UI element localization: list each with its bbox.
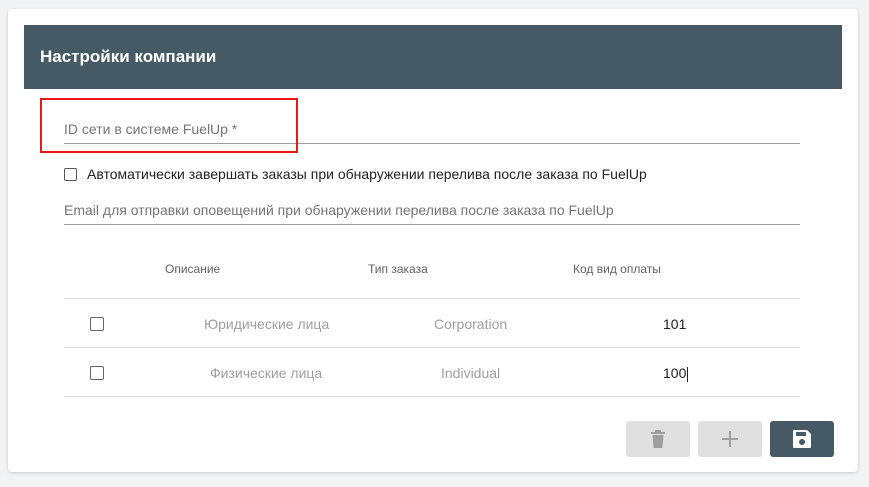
floppy-disk-icon [793,430,811,448]
table-divider [64,347,800,348]
table-divider [64,396,800,397]
company-settings-card: Настройки компании ID сети в системе Fue… [8,9,858,472]
row-description: Юридические лица [204,316,330,332]
row-checkbox[interactable] [90,366,104,380]
row-payment-code-input[interactable]: 100 [663,365,689,382]
card-header: Настройки компании [24,25,842,89]
row-payment-code[interactable]: 101 [663,316,686,332]
save-button[interactable] [770,421,834,457]
row-checkbox[interactable] [90,317,104,331]
column-header-order-type: Тип заказа [368,262,428,276]
email-field[interactable]: Email для отправки оповещений при обнару… [64,202,800,225]
column-header-description: Описание [165,262,221,276]
auto-complete-checkbox[interactable] [64,167,77,181]
column-header-payment-code: Код вид оплаты [573,262,661,276]
page-title: Настройки компании [40,47,217,66]
table-divider [64,298,800,299]
auto-complete-option[interactable]: Автоматически завершать заказы при обнар… [64,166,647,182]
row-order-type: Corporation [434,316,508,332]
row-order-type: Individual [441,365,501,381]
delete-button[interactable] [626,421,690,457]
row-description: Физические лица [210,365,323,381]
email-placeholder: Email для отправки оповещений при обнару… [64,202,614,218]
highlight-box [40,98,298,153]
trash-icon [651,430,665,448]
auto-complete-label: Автоматически завершать заказы при обнар… [87,166,647,182]
row-payment-code: 100 [663,365,687,381]
plus-icon [722,431,738,447]
add-button[interactable] [698,421,762,457]
text-cursor [687,366,689,382]
